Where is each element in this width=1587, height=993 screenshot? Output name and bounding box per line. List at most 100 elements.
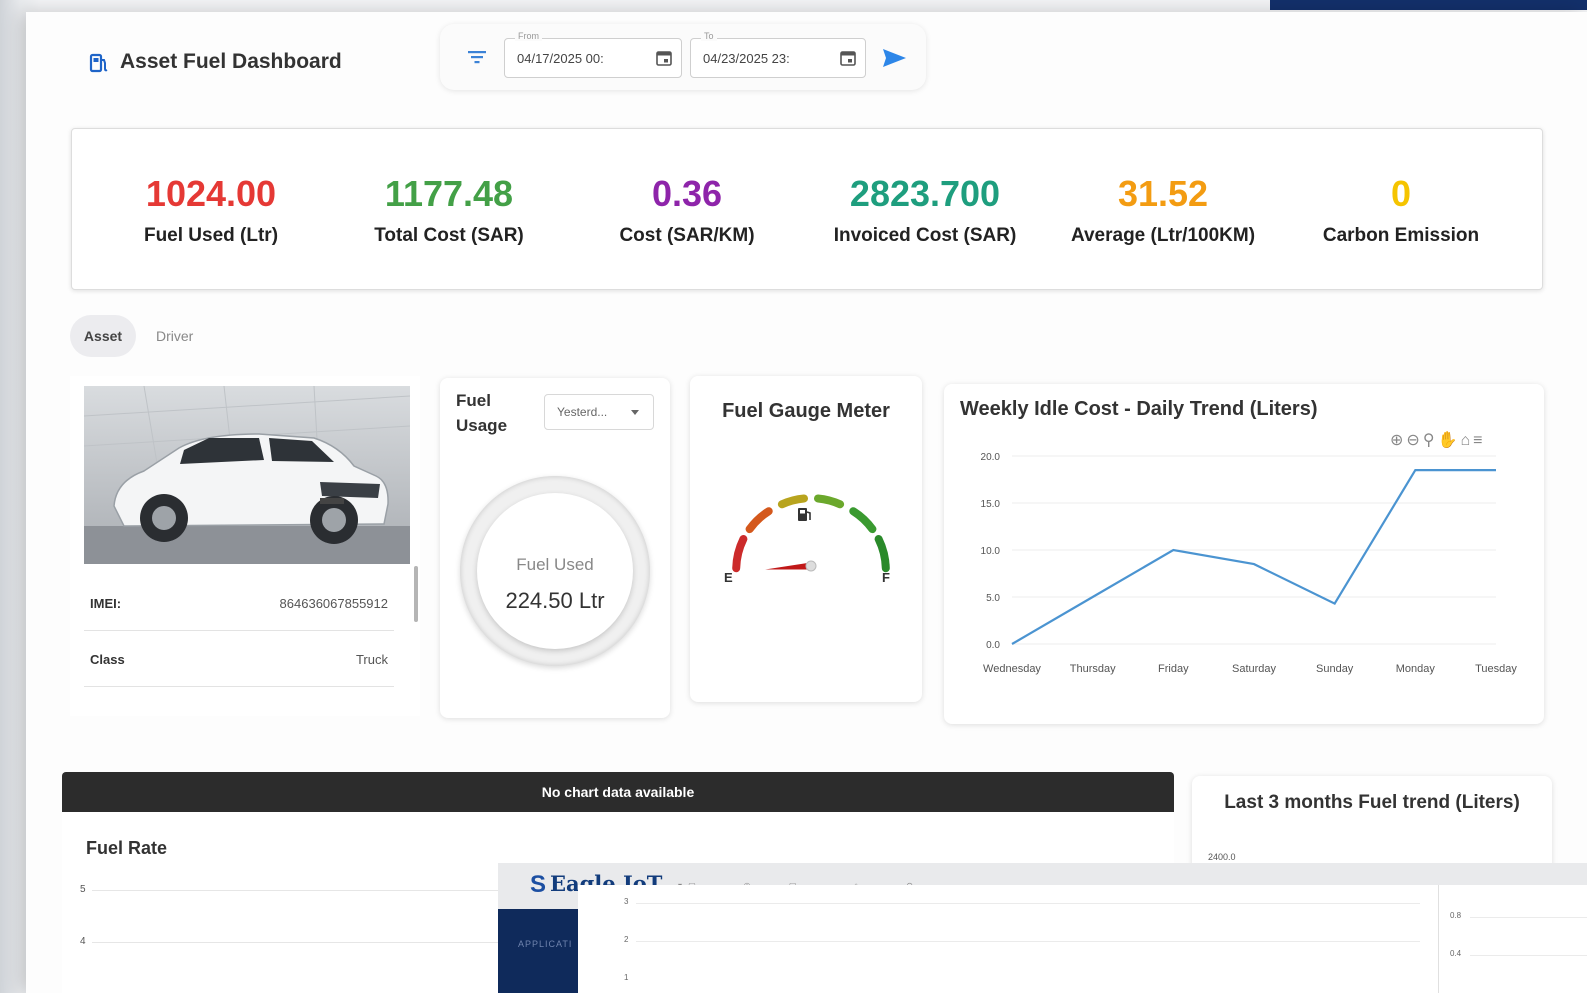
class-row: Class Truck: [84, 632, 394, 687]
to-label: To: [701, 31, 717, 41]
kpi-value: 0.36: [651, 173, 723, 214]
from-date-value: 04/17/2025 00:: [517, 51, 604, 66]
grid-line: [636, 941, 1420, 942]
gauge-segment-dark-green: [874, 535, 890, 573]
kpi-label: Total Cost (SAR): [374, 225, 524, 246]
gauge-segment-green: [849, 507, 877, 534]
y-tick-label: 5.0: [986, 593, 1000, 604]
grid-line: [92, 942, 512, 943]
y-tick-label: 1: [624, 973, 629, 982]
imei-row: IMEI: 864636067855912: [84, 576, 394, 631]
filter-icon[interactable]: [466, 48, 488, 66]
kpi-value: 31.52: [1117, 173, 1209, 214]
kpi-value: 2823.700: [849, 173, 1001, 214]
gauge-segment-yellow: [777, 494, 808, 509]
x-tick-label: Sunday: [1316, 663, 1354, 675]
y-tick-label: 10.0: [981, 546, 1001, 557]
send-icon[interactable]: [880, 46, 908, 70]
info-scrollbar[interactable]: [414, 566, 418, 622]
asset-info-card: IMEI: 864636067855912 Class Truck: [70, 376, 420, 716]
kpi-carbon-emission: 0 Carbon Emission: [1282, 173, 1520, 247]
x-tick-label: Friday: [1158, 663, 1189, 675]
period-select[interactable]: Yesterd...: [544, 394, 654, 430]
weekly-chart-title: Weekly Idle Cost - Daily Trend (Liters): [960, 398, 1318, 420]
series-line: [1011, 469, 1496, 645]
fuel-usage-card: Fuel Usage Yesterd... Fuel Used 224.50 L…: [440, 378, 670, 718]
kpi-label: Fuel Used (Ltr): [143, 225, 279, 246]
y-tick-label: 2400.0: [1208, 852, 1236, 862]
x-tick-label: Thursday: [1070, 663, 1116, 675]
gauge-needle: [765, 560, 817, 572]
kpi-summary-card: 1024.00 Fuel Used (Ltr) 1177.48 Total Co…: [71, 128, 1543, 290]
gauge-segment-orange: [745, 507, 773, 534]
y-tick-label: 0.0: [986, 640, 1000, 651]
y-tick-label: 0.8: [1450, 911, 1462, 920]
fuel-rate-title: Fuel Rate: [86, 838, 168, 858]
gauge-empty-label: E: [724, 570, 733, 585]
fuel-pump-icon: [89, 53, 108, 73]
grid-line: [1470, 955, 1587, 956]
gauge-title: Fuel Gauge Meter: [722, 400, 890, 422]
imei-value: 864636067855912: [279, 596, 388, 611]
brand-logo-icon: S: [530, 871, 547, 898]
to-date-field[interactable]: To 04/23/2025 23:: [690, 31, 866, 78]
x-tick-label: Tuesday: [1475, 663, 1517, 675]
class-value: Truck: [355, 652, 388, 667]
overlay-sidebar-label: APPLICATI: [518, 939, 573, 949]
fuel-usage-title: Fuel Usage: [456, 391, 508, 435]
y-tick-label: 5: [80, 884, 86, 895]
to-date-value: 04/23/2025 23:: [703, 51, 790, 66]
overlay-screenshot: S Eagle IoT ▾ ▢ ········ ◎ ······ ▢ ····…: [498, 863, 1587, 993]
fuel-gauge: E F: [724, 494, 890, 585]
chevron-down-icon: [631, 410, 639, 415]
grid-line: [636, 903, 1420, 904]
vehicle-photo: [84, 386, 410, 564]
x-tick-label: Saturday: [1232, 663, 1277, 675]
imei-label: IMEI:: [90, 596, 122, 611]
grid-line: [1470, 917, 1587, 918]
kpi-label: Average (Ltr/100KM): [1070, 225, 1256, 246]
grid-line: [92, 890, 512, 891]
gauge-segment-red: [732, 535, 748, 573]
ring-value: 224.50 Ltr: [505, 588, 605, 613]
weekly-line-chart: 0.0 5.0 10.0 15.0 20.0 Wednesday Thursday Frida…: [981, 452, 1518, 675]
overlay-panel: 3 2 1 0.8 0.4: [578, 885, 1587, 993]
y-tick-label: 20.0: [981, 452, 1001, 463]
last3-title: Last 3 months Fuel trend (Liters): [1224, 792, 1520, 813]
no-data-banner: No chart data available: [62, 772, 1174, 812]
x-tick-label: Wednesday: [983, 663, 1041, 675]
y-tick-label: 2: [624, 935, 629, 944]
class-label: Class: [90, 652, 125, 667]
kpi-cost-per-km: 0.36 Cost (SAR/KM): [568, 173, 806, 247]
kpi-value: 1177.48: [384, 173, 514, 214]
calendar-icon[interactable]: [655, 49, 673, 67]
y-tick-label: 0.4: [1450, 949, 1462, 958]
kpi-label: Invoiced Cost (SAR): [833, 225, 1017, 246]
kpi-value: 1024.00: [145, 173, 277, 214]
kpi-label: Carbon Emission: [1322, 225, 1480, 246]
page-title: Asset Fuel Dashboard: [120, 50, 342, 73]
period-select-value: Yesterd...: [557, 405, 608, 419]
kpi-value: 0: [1390, 173, 1412, 214]
ring-label: Fuel Used: [516, 555, 594, 574]
date-filter-toolbar: From 04/17/2025 00: To 04/23/2025 23:: [440, 24, 926, 90]
y-tick-label: 3: [624, 897, 629, 906]
y-tick-label: 15.0: [981, 499, 1001, 510]
panel-divider: [1438, 885, 1439, 993]
tab-asset[interactable]: Asset: [70, 315, 136, 357]
fuel-gauge-card: Fuel Gauge Meter E F: [690, 376, 922, 702]
weekly-idle-cost-card: Weekly Idle Cost - Daily Trend (Liters) …: [944, 384, 1544, 724]
tab-driver[interactable]: Driver: [156, 315, 193, 357]
kpi-label: Cost (SAR/KM): [619, 225, 755, 246]
from-label: From: [515, 31, 542, 41]
y-tick-label: 4: [80, 936, 86, 947]
fuel-used-ring: Fuel Used 224.50 Ltr: [460, 476, 650, 666]
from-date-field[interactable]: From 04/17/2025 00:: [504, 31, 682, 78]
fuel-pump-icon: [798, 508, 811, 521]
gauge-segment-lime: [814, 494, 845, 509]
kpi-total-cost: 1177.48 Total Cost (SAR): [330, 173, 568, 247]
calendar-icon[interactable]: [839, 49, 857, 67]
x-tick-label: Monday: [1396, 663, 1436, 675]
kpi-invoiced-cost: 2823.700 Invoiced Cost (SAR): [806, 173, 1044, 247]
kpi-fuel-used: 1024.00 Fuel Used (Ltr): [92, 173, 330, 247]
